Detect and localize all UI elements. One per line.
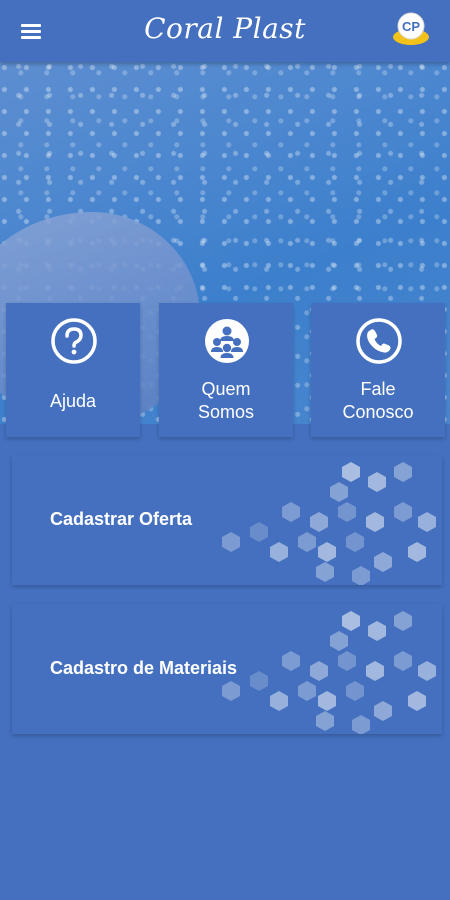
tile-label-line-2: Conosco — [342, 402, 414, 422]
app-bar: Coral Plast CP — [0, 0, 450, 62]
app-title: Coral Plast — [144, 12, 306, 45]
tile-label: Ajuda — [49, 391, 97, 411]
hexagon-pattern-graphic — [222, 462, 436, 585]
tile-label-line-1: Quem — [201, 379, 251, 399]
tile-quem-somos[interactable]: Quem Somos — [159, 303, 293, 437]
phone-icon — [356, 318, 402, 364]
cadastro-de-materiais-button[interactable]: Cadastro de Materiais — [12, 604, 442, 734]
action-tiles: Ajuda Quem Somos Fale Conosco — [6, 303, 446, 439]
people-icon — [205, 319, 249, 363]
hexagon-pattern-graphic — [222, 611, 436, 734]
panel-label: Cadastrar Oferta — [50, 509, 193, 529]
logo-text: CP — [402, 19, 420, 34]
tile-fale-conosco[interactable]: Fale Conosco — [311, 303, 445, 437]
tile-label-line-2: Somos — [197, 402, 255, 422]
help-icon — [51, 318, 97, 364]
panel-label: Cadastro de Materiais — [50, 658, 238, 678]
cadastrar-oferta-button[interactable]: Cadastrar Oferta — [12, 455, 442, 585]
tile-label-line-1: Fale — [360, 379, 396, 399]
tile-ajuda[interactable]: Ajuda — [6, 303, 140, 437]
logo-icon[interactable]: CP — [390, 10, 432, 50]
